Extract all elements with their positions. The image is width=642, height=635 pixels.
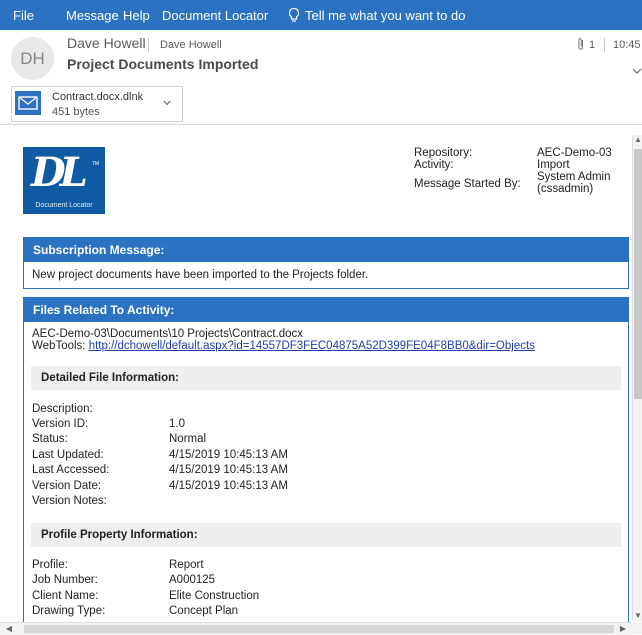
scroll-left-arrow-icon[interactable]: ◀: [4, 623, 14, 635]
detail-section-header: Detailed File Information:: [31, 366, 621, 390]
detail-value: 4/15/2019 10:45:13 AM: [169, 480, 288, 492]
document-locator-logo: DL TM Document Locator: [23, 147, 105, 214]
repository-value: AEC-Demo-03: [537, 147, 612, 159]
attachment-menu-chevron-icon[interactable]: [163, 100, 171, 106]
vertical-scrollbar[interactable]: ▲ ▼: [632, 135, 642, 621]
webtools-label: WebTools:: [32, 340, 89, 352]
detail-value: Normal: [169, 433, 207, 445]
profile-label: Drawing Type:: [32, 605, 106, 617]
logo-mark: DL: [31, 149, 88, 196]
message-time: 10:45 AM: [613, 39, 642, 51]
attachment-size: 451 bytes: [52, 106, 100, 118]
horizontal-scroll-thumb[interactable]: [24, 625, 614, 633]
expand-chevron-icon[interactable]: [632, 67, 642, 75]
profile-label: Job Number:: [32, 574, 98, 586]
activity-label: Activity:: [414, 159, 454, 171]
attachment-name: Contract.docx.dlnk: [52, 91, 144, 103]
attachment-count: 1: [589, 39, 596, 51]
paperclip-icon: [578, 38, 583, 50]
detail-label: Status:: [32, 433, 68, 445]
sender-name[interactable]: Dave Howell: [67, 35, 146, 51]
sender-address[interactable]: Dave Howell: [160, 39, 222, 51]
started-by-value-user: (cssadmin): [537, 183, 594, 195]
file-path: AEC-Demo-03\Documents\10 Projects\Contra…: [32, 328, 303, 340]
detail-label: Version ID:: [32, 418, 89, 430]
profile-value: Concept Plan: [169, 605, 239, 617]
detail-label: Last Updated:: [32, 449, 104, 461]
tab-file[interactable]: File: [13, 8, 34, 23]
profile-section-header: Profile Property Information:: [31, 523, 621, 547]
tell-me-search[interactable]: Tell me what you want to do: [305, 8, 465, 23]
detail-label: Version Notes:: [32, 495, 107, 507]
subscription-message: New project documents have been imported…: [32, 269, 369, 281]
detail-label: Last Accessed:: [32, 464, 110, 476]
files-title: Files Related To Activity:: [24, 298, 628, 322]
detail-value: 4/15/2019 10:45:13 AM: [169, 464, 288, 476]
tab-document-locator[interactable]: Document Locator: [162, 8, 268, 23]
header-divider-line: [0, 124, 642, 125]
tab-help[interactable]: Help: [123, 8, 150, 23]
detail-label: Description:: [32, 403, 93, 415]
message-subject: Project Documents Imported: [67, 56, 259, 72]
webtools-link[interactable]: http://dchowell/default.aspx?id=14557DF3…: [89, 340, 535, 352]
horizontal-scrollbar[interactable]: ◀ ▶: [0, 622, 632, 635]
envelope-icon: [15, 91, 41, 115]
detail-value: 1.0: [169, 418, 185, 430]
scroll-down-arrow-icon[interactable]: ▼: [634, 611, 642, 621]
started-by-value: System Admin: [537, 171, 611, 183]
profile-value: Report: [169, 559, 204, 571]
detail-label: Version Date:: [32, 480, 102, 492]
profile-label: Profile:: [32, 559, 68, 571]
profile-label: Client Name:: [32, 590, 99, 602]
scroll-right-arrow-icon[interactable]: ▶: [618, 623, 628, 635]
subscription-title: Subscription Message:: [24, 238, 628, 262]
header-divider: [148, 38, 149, 52]
logo-caption: Document Locator: [35, 202, 93, 209]
header-divider-2: [604, 38, 605, 52]
avatar: DH: [11, 37, 54, 80]
webtools-line: WebTools: http://dchowell/default.aspx?i…: [32, 340, 535, 352]
tab-message[interactable]: Message: [66, 8, 119, 23]
profile-value: Elite Construction: [169, 590, 260, 602]
scroll-up-arrow-icon[interactable]: ▲: [634, 135, 642, 145]
started-by-label: Message Started By:: [414, 178, 521, 190]
attachment-card[interactable]: Contract.docx.dlnk 451 bytes: [11, 86, 183, 122]
scrollbar-corner: [632, 622, 642, 634]
detail-value: 4/15/2019 10:45:13 AM: [169, 449, 288, 461]
ribbon-bar: File Message Help Document Locator Tell …: [0, 0, 642, 30]
subscription-panel: Subscription Message:: [23, 237, 629, 289]
vertical-scroll-thumb[interactable]: [634, 149, 642, 399]
profile-value: A000125: [169, 574, 216, 586]
activity-value: Import: [537, 159, 570, 171]
lightbulb-icon: [288, 7, 300, 22]
repository-label: Repository:: [414, 147, 473, 159]
